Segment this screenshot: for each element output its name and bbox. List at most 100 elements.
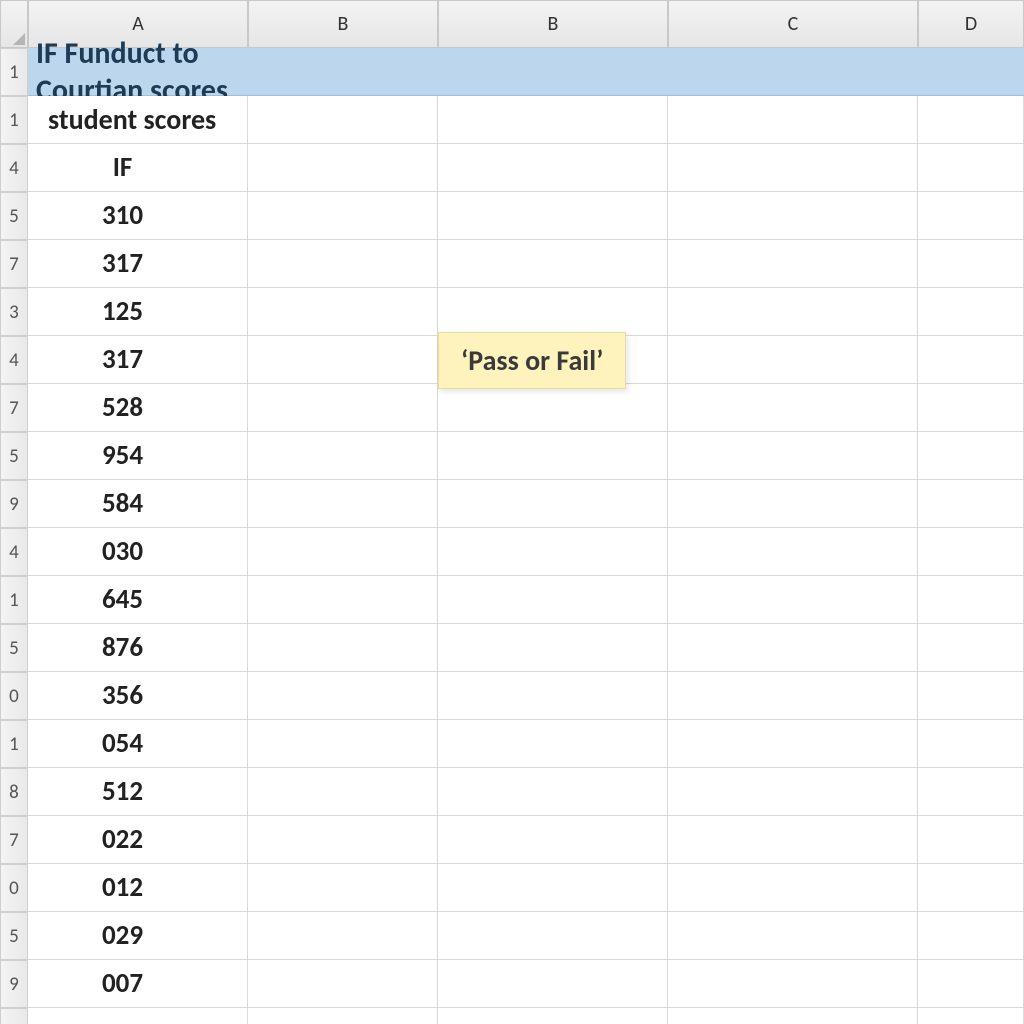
empty-cell[interactable] [668,960,918,1008]
score-cell[interactable]: 007 [28,960,248,1008]
empty-cell[interactable] [248,432,438,480]
col-header-b-2[interactable]: B [438,0,668,48]
empty-cell[interactable] [918,576,1024,624]
empty-cell[interactable] [918,672,1024,720]
row-header[interactable]: 4 [0,528,28,576]
empty-cell[interactable] [668,1008,918,1024]
score-cell[interactable]: 356 [28,672,248,720]
empty-cell[interactable] [248,576,438,624]
empty-cell[interactable] [248,192,438,240]
score-cell[interactable]: 954 [28,432,248,480]
row-header[interactable]: 7 [0,384,28,432]
empty-cell[interactable] [918,384,1024,432]
row-header[interactable]: 5 [0,192,28,240]
empty-cell[interactable] [248,1008,438,1024]
score-cell[interactable]: 310 [28,192,248,240]
empty-cell[interactable] [248,528,438,576]
empty-cell[interactable] [918,144,1024,192]
empty-cell[interactable] [918,720,1024,768]
title-fill[interactable] [248,48,438,96]
empty-cell[interactable] [438,624,668,672]
empty-cell[interactable] [248,864,438,912]
empty-cell[interactable] [918,816,1024,864]
empty-cell[interactable] [668,720,918,768]
score-cell[interactable]: 528 [28,384,248,432]
empty-cell[interactable] [668,336,918,384]
score-cell[interactable]: 022 [28,816,248,864]
empty-cell[interactable] [438,144,668,192]
row-header[interactable]: 0 [0,864,28,912]
spreadsheet-grid[interactable]: ABBCD1IF Funduct to Courtian scores1stud… [0,0,1024,1024]
row-header[interactable]: 1 [0,576,28,624]
empty-cell[interactable] [668,864,918,912]
empty-cell[interactable] [668,240,918,288]
empty-cell[interactable] [918,960,1024,1008]
empty-cell[interactable] [248,240,438,288]
title-fill[interactable] [918,48,1024,96]
empty-cell[interactable] [438,240,668,288]
empty-cell[interactable] [668,672,918,720]
row-header[interactable]: 5 [0,432,28,480]
empty-cell[interactable] [668,432,918,480]
empty-cell[interactable] [248,720,438,768]
empty-cell[interactable] [438,864,668,912]
empty-cell[interactable] [438,768,668,816]
empty-cell[interactable] [668,480,918,528]
empty-cell[interactable] [668,816,918,864]
score-cell[interactable]: 645 [28,576,248,624]
empty-cell[interactable] [918,528,1024,576]
empty-cell[interactable] [438,384,668,432]
empty-cell[interactable] [918,96,1024,144]
row-header[interactable]: 7 [0,816,28,864]
empty-cell[interactable] [248,144,438,192]
empty-cell[interactable] [438,576,668,624]
title-fill[interactable] [668,48,918,96]
empty-cell[interactable] [438,816,668,864]
empty-cell[interactable] [438,96,668,144]
empty-cell[interactable] [668,528,918,576]
empty-cell[interactable] [668,768,918,816]
empty-cell[interactable] [918,1008,1024,1024]
empty-cell[interactable] [918,336,1024,384]
empty-cell[interactable] [248,816,438,864]
score-cell[interactable]: 054 [28,720,248,768]
empty-cell[interactable] [248,624,438,672]
row-header[interactable]: 1 [0,96,28,144]
empty-cell[interactable] [248,384,438,432]
row-header[interactable]: 4 [0,144,28,192]
row-header[interactable]: 8 [0,768,28,816]
col-header-b-1[interactable]: B [248,0,438,48]
empty-cell[interactable] [668,384,918,432]
empty-cell[interactable] [248,288,438,336]
empty-cell[interactable] [438,912,668,960]
row-header[interactable]: 5 [0,624,28,672]
score-cell[interactable]: 125 [28,288,248,336]
row-header[interactable]: 3 [0,288,28,336]
row-header[interactable]: 9 [0,960,28,1008]
empty-cell[interactable] [918,432,1024,480]
empty-cell[interactable] [918,768,1024,816]
row-header[interactable]: 9 [0,480,28,528]
empty-cell[interactable] [918,192,1024,240]
score-cell[interactable]: 317 [28,240,248,288]
empty-cell[interactable] [438,720,668,768]
empty-cell[interactable] [248,96,438,144]
empty-cell[interactable] [438,960,668,1008]
empty-cell[interactable] [248,768,438,816]
row-header[interactable]: 0 [0,1008,28,1024]
score-cell[interactable]: 512 [28,768,248,816]
row-header[interactable]: 1 [0,48,28,96]
empty-cell[interactable] [918,864,1024,912]
empty-cell[interactable] [438,672,668,720]
col-header-c-3[interactable]: C [668,0,918,48]
row-header[interactable]: 4 [0,336,28,384]
empty-cell[interactable] [918,624,1024,672]
score-cell[interactable]: 317 [28,336,248,384]
select-all-corner[interactable] [0,0,28,48]
row-header[interactable]: 7 [0,240,28,288]
score-cell[interactable]: 012 [28,864,248,912]
title-fill[interactable] [438,48,668,96]
empty-cell[interactable] [248,960,438,1008]
empty-cell[interactable] [438,480,668,528]
row-header[interactable]: 5 [0,912,28,960]
